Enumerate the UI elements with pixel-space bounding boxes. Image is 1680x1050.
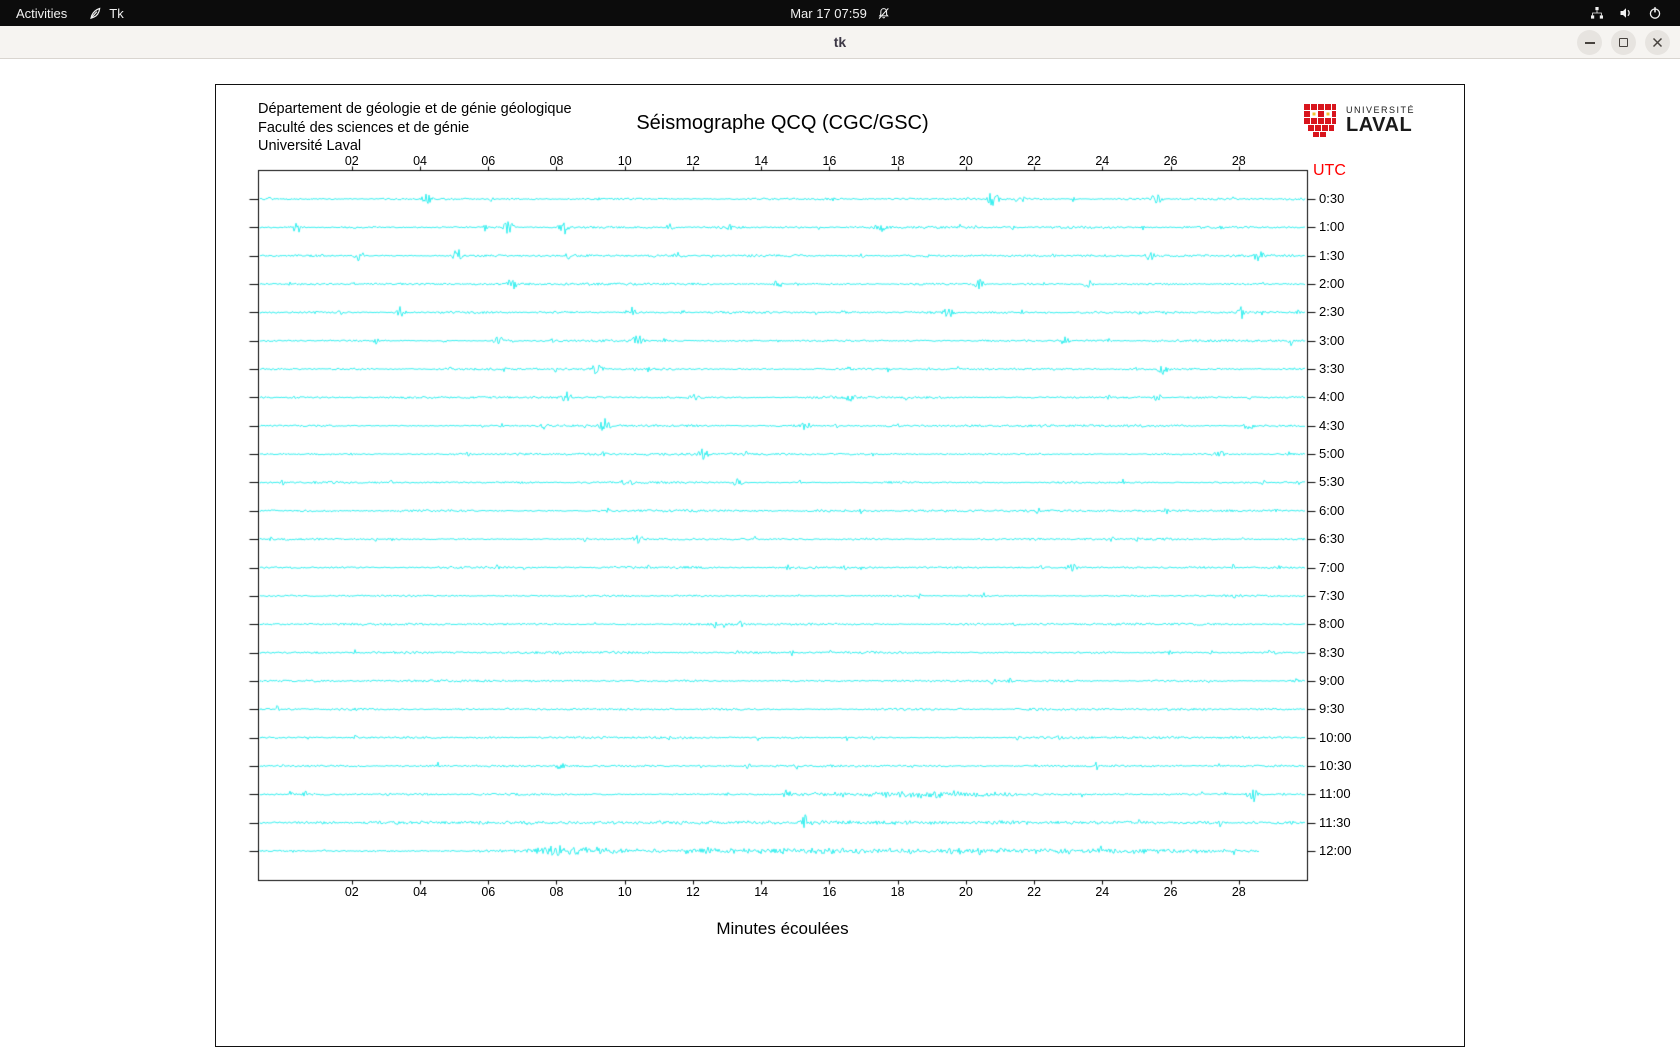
x-tick-label: 10 xyxy=(617,154,632,168)
x-tick-label: 22 xyxy=(1027,885,1042,899)
minimize-button[interactable] xyxy=(1577,30,1602,55)
institution-line: Université Laval xyxy=(258,138,362,154)
seismogram-canvas xyxy=(216,85,1464,1046)
x-tick-label: 06 xyxy=(481,885,496,899)
seismograph-panel: Département de géologie et de génie géol… xyxy=(215,84,1465,1047)
x-tick-label: 26 xyxy=(1163,154,1178,168)
window-content: Département de géologie et de génie géol… xyxy=(0,59,1680,1050)
x-tick-label: 18 xyxy=(890,154,905,168)
x-tick-label: 20 xyxy=(958,154,973,168)
x-tick-label: 14 xyxy=(754,885,769,899)
x-tick-label: 14 xyxy=(754,154,769,168)
x-tick-label: 10 xyxy=(617,885,632,899)
logo-line-universite: UNIVERSITÉ xyxy=(1346,104,1416,115)
gnome-top-bar: Activities Tk Mar 17 07:59 xyxy=(0,0,1680,26)
tk-feather-icon xyxy=(89,7,102,20)
maximize-button[interactable] xyxy=(1611,30,1636,55)
x-tick-label: 08 xyxy=(549,154,564,168)
x-tick-label: 24 xyxy=(1095,154,1110,168)
x-axis-bottom-labels: 02 04 06 08 10 12 14 16 18 20 22 24 26 28 xyxy=(216,885,1464,899)
laval-shield-icon xyxy=(1302,102,1338,138)
x-tick-label: 20 xyxy=(958,885,973,899)
x-tick-label: 24 xyxy=(1095,885,1110,899)
app-indicator[interactable]: Tk xyxy=(89,5,124,21)
system-status-area[interactable] xyxy=(1590,0,1680,26)
x-tick-label: 22 xyxy=(1027,154,1042,168)
x-axis-title: Minutes écoulées xyxy=(716,919,849,938)
x-tick-label: 12 xyxy=(685,154,700,168)
network-icon xyxy=(1590,6,1604,20)
minimize-icon xyxy=(1584,41,1595,44)
x-tick-label: 16 xyxy=(822,885,837,899)
notifications-disabled-icon xyxy=(877,7,890,20)
x-tick-label: 06 xyxy=(481,154,496,168)
close-button[interactable] xyxy=(1645,30,1670,55)
x-tick-label: 08 xyxy=(549,885,564,899)
close-icon xyxy=(1652,37,1663,48)
desktop: Activities Tk Mar 17 07:59 tk Départemen… xyxy=(0,0,1680,1050)
window-titlebar[interactable]: tk xyxy=(0,26,1680,59)
laval-logo: UNIVERSITÉ LAVAL xyxy=(1302,102,1415,138)
chart-title: Séismographe QCQ (CGC/GSC) xyxy=(636,112,929,134)
window-controls xyxy=(1577,30,1670,55)
x-tick-label: 26 xyxy=(1163,885,1178,899)
power-icon xyxy=(1648,6,1662,20)
maximize-icon xyxy=(1619,38,1628,47)
activities-label: Activities xyxy=(16,5,68,21)
x-tick-label: 04 xyxy=(413,885,427,899)
logo-line-laval: LAVAL xyxy=(1346,113,1413,136)
x-tick-label: 16 xyxy=(822,154,837,168)
x-tick-label: 04 xyxy=(413,154,427,168)
x-tick-label: 18 xyxy=(890,885,905,899)
window-title: tk xyxy=(833,34,847,50)
x-tick-label: 02 xyxy=(344,154,359,168)
x-tick-label: 28 xyxy=(1231,154,1246,168)
app-indicator-label: Tk xyxy=(109,5,124,21)
clock-label: Mar 17 07:59 xyxy=(790,5,867,21)
x-tick-label: 02 xyxy=(344,885,359,899)
x-tick-label: 28 xyxy=(1231,885,1246,899)
clock-button[interactable]: Mar 17 07:59 xyxy=(790,0,890,26)
volume-icon xyxy=(1619,6,1633,20)
activities-button[interactable]: Activities xyxy=(16,6,67,21)
x-axis-top-labels: 02 04 06 08 10 12 14 16 18 20 22 24 26 28 xyxy=(216,154,1464,168)
x-tick-label: 12 xyxy=(685,885,700,899)
